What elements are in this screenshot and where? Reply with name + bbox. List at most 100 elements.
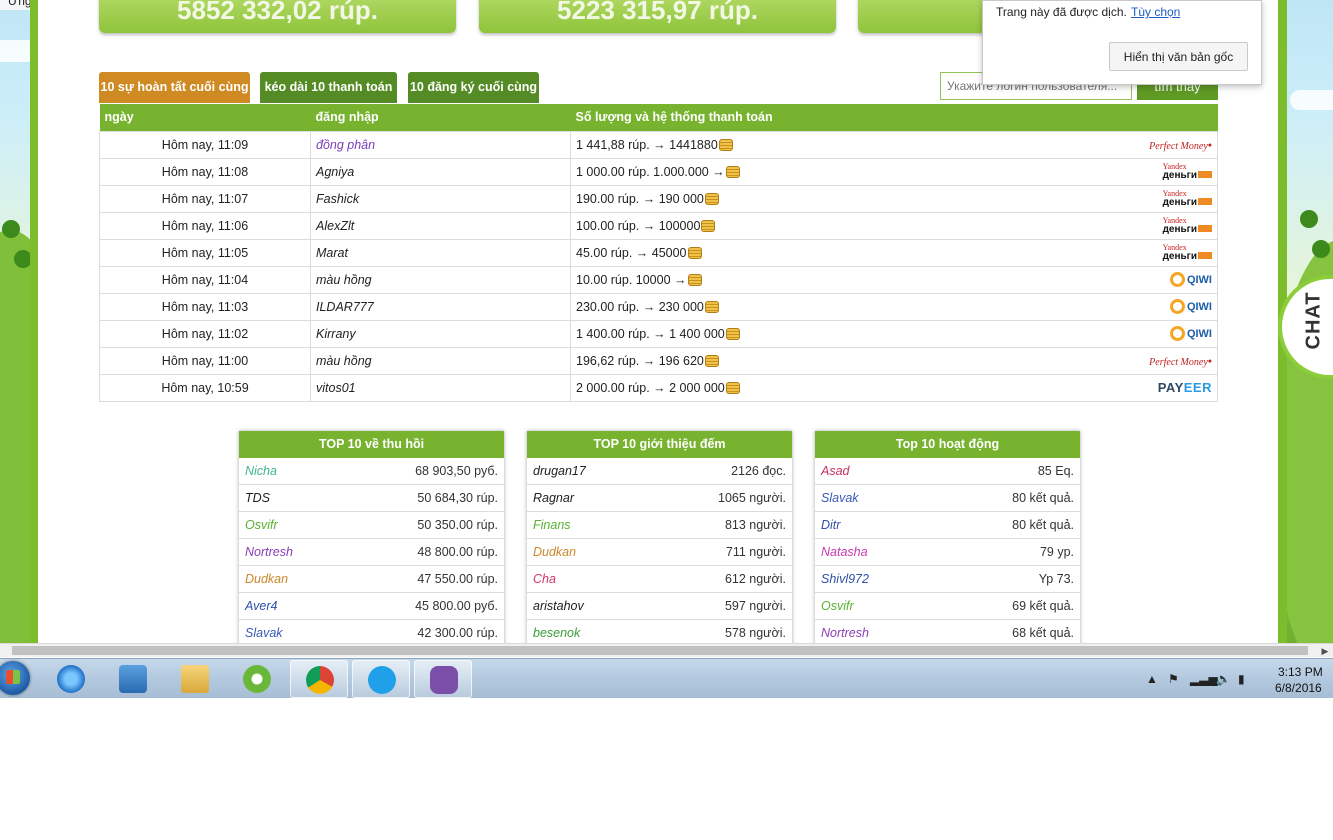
taskbar-item[interactable] [414, 660, 472, 698]
user-name-link[interactable]: Osvifr [821, 599, 854, 613]
payment-date: Hôm nay, 11:04 [99, 265, 311, 294]
user-name-link[interactable]: drugan17 [533, 464, 586, 478]
payment-login[interactable]: vitos01 [310, 373, 571, 402]
user-name-link[interactable]: Aver4 [245, 599, 277, 613]
horizontal-scrollbar[interactable]: ▶ [0, 643, 1333, 657]
show-hidden-icons-icon[interactable]: ▲ [1146, 672, 1158, 686]
user-value: 42 300.00 rúp. [417, 626, 498, 640]
user-name-link[interactable]: Nortresh [821, 626, 869, 640]
qiwi-logo: QIWI [1169, 326, 1212, 341]
table-row: Hôm nay, 11:07 Fashick 190.00 rúp. → 190 0… [99, 184, 1218, 213]
payment-amount-text: 190.00 rúp. → 190 000 [576, 191, 704, 206]
user-name-link[interactable]: Ragnar [533, 491, 574, 505]
user-name-link[interactable]: Asad [821, 464, 850, 478]
list-item: Natasha 79 yp. [815, 539, 1080, 566]
payment-amount: 2 000.00 rúp. → 2 000 000 [570, 373, 1128, 402]
system-tray: ▲ ⚑ ▂▃▅ 🔈 ▮ 3:13 PM 6/8/2016 [1140, 659, 1333, 699]
start-button[interactable] [0, 661, 30, 695]
user-value: 597 người. [724, 599, 786, 613]
payment-system: Yandex деньги [1127, 211, 1218, 240]
list-item: Dudkan 711 người. [527, 539, 792, 566]
file-explorer-icon [181, 665, 209, 693]
scroll-right-arrow-icon[interactable]: ▶ [1319, 645, 1331, 657]
clock-time[interactable]: 3:13 PM [1278, 665, 1323, 679]
payment-amount-text: 1 441,88 rúp. → 1441880 [576, 137, 718, 152]
payment-login[interactable]: Marat [310, 238, 571, 267]
taskbar-item[interactable] [290, 660, 348, 698]
payment-system: Perfect Money [1127, 346, 1218, 375]
taskbar-item[interactable] [166, 660, 224, 698]
payment-login[interactable]: ILDAR777 [310, 292, 571, 321]
user-name-link[interactable]: Slavak [245, 626, 283, 640]
stat-paid-box: 5223 315,97 rúp. [479, 0, 836, 33]
user-name-link[interactable]: Slavak [821, 491, 859, 505]
payment-amount: 190.00 rúp. → 190 000 [570, 184, 1128, 213]
user-value: 45 800.00 руб. [415, 599, 498, 613]
payment-date: Hôm nay, 11:05 [99, 238, 311, 267]
list-item: Cha 612 người. [527, 566, 792, 593]
payment-amount-text: 45.00 rúp. → 45000 [576, 245, 687, 260]
payment-login[interactable]: AlexZlt [310, 211, 571, 240]
coin-icon [704, 354, 719, 367]
action-center-flag-icon[interactable]: ⚑ [1168, 672, 1179, 686]
list-item: TDS 50 684,30 rúp. [239, 485, 504, 512]
user-name-link[interactable]: Nortresh [245, 545, 293, 559]
payment-login[interactable]: Agniya [310, 157, 571, 186]
show-original-button[interactable]: Hiển thị văn bản gốc [1109, 42, 1248, 71]
user-value: 68 kết quả. [1012, 626, 1074, 640]
taskbar-item[interactable] [104, 660, 162, 698]
payment-amount: 45.00 rúp. → 45000 [570, 238, 1128, 267]
payment-system: PAYEER [1127, 373, 1218, 402]
volume-icon[interactable]: 🔈 [1216, 672, 1231, 686]
qiwi-logo: QIWI [1169, 299, 1212, 314]
panel-title: TOP 10 về thu hồi [239, 431, 504, 458]
translate-options-link[interactable]: Tùy chọn [1131, 5, 1180, 19]
payment-login[interactable]: màu hồng [310, 265, 571, 294]
list-item: besenok 578 người. [527, 620, 792, 645]
power-icon[interactable]: ▮ [1238, 672, 1245, 686]
tab-last-completed[interactable]: 10 sự hoàn tất cuối cùng [99, 72, 250, 103]
user-name-link[interactable]: Osvifr [245, 518, 278, 532]
user-name-link[interactable]: besenok [533, 626, 580, 640]
taskbar-item[interactable] [352, 660, 410, 698]
tab-last-registrations[interactable]: 10 đăng ký cuối cùng [408, 72, 539, 103]
list-item: Finans 813 người. [527, 512, 792, 539]
scrollbar-thumb[interactable] [12, 646, 1308, 655]
tree-decoration [1312, 240, 1330, 258]
taskbar-item[interactable] [228, 660, 286, 698]
coin-icon [704, 192, 719, 205]
payment-login[interactable]: Fashick [310, 184, 571, 213]
tree-decoration [2, 220, 20, 238]
clock-date[interactable]: 6/8/2016 [1275, 681, 1322, 695]
user-name-link[interactable]: Ditr [821, 518, 840, 532]
user-name-link[interactable]: aristahov [533, 599, 584, 613]
taskbar-item[interactable] [42, 660, 100, 698]
table-row: Hôm nay, 10:59 vitos01 2 000.00 rúp. → 2 0… [99, 373, 1218, 402]
user-name-link[interactable]: Dudkan [533, 545, 576, 559]
chat-label[interactable]: CHAT [1303, 291, 1326, 349]
payment-login[interactable]: màu hồng [310, 346, 571, 375]
panel-top-withdrawals: TOP 10 về thu hồi Nicha 68 903,50 руб. TDS 5… [239, 431, 504, 645]
payment-system: QIWI [1127, 319, 1218, 348]
panel-title: Top 10 hoạt động [815, 431, 1080, 458]
tree-decoration [1300, 210, 1318, 228]
network-signal-icon[interactable]: ▂▃▅ [1190, 672, 1218, 686]
user-name-link[interactable]: TDS [245, 491, 270, 505]
user-name-link[interactable]: Shivl972 [821, 572, 869, 586]
tab-last-payments[interactable]: kéo dài 10 thanh toán [260, 72, 397, 103]
user-name-link[interactable]: Finans [533, 518, 571, 532]
payment-system: QIWI [1127, 265, 1218, 294]
translate-message: Trang này đã được dịch. [996, 5, 1127, 19]
payment-system: Yandex деньги [1127, 157, 1218, 186]
coccoc-browser-icon [243, 665, 271, 693]
user-name-link[interactable]: Cha [533, 572, 556, 586]
list-item: Slavak 42 300.00 rúp. [239, 620, 504, 645]
user-name-link[interactable]: Dudkan [245, 572, 288, 586]
user-value: 48 800.00 rúp. [417, 545, 498, 559]
payment-login[interactable]: Kirrany [310, 319, 571, 348]
header-date: ngày [99, 104, 311, 131]
list-item: Slavak 80 kết quả. [815, 485, 1080, 512]
user-name-link[interactable]: Nicha [245, 464, 277, 478]
user-name-link[interactable]: Natasha [821, 545, 868, 559]
payment-login[interactable]: đồng phân [310, 130, 571, 159]
